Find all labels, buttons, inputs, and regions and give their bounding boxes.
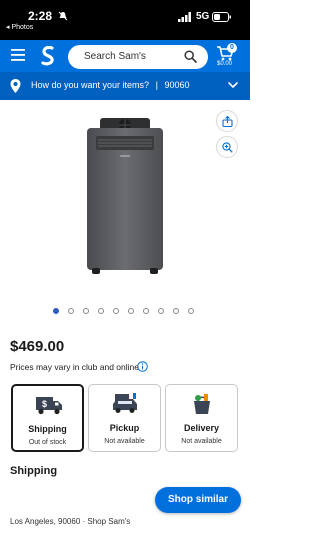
share-icon [222,116,233,127]
pickup-car-icon [113,393,137,413]
fulfillment-option-shipping[interactable]: $ Shipping Out of stock [11,384,84,452]
location-pin-icon [10,79,21,93]
carousel-dot[interactable] [158,308,164,314]
fulfillment-title: Delivery [183,423,220,433]
fulfillment-location-bar[interactable]: How do you want your items? | 90060 [0,72,250,100]
status-bar: 2:28 ◂ Photos 5G [0,0,250,40]
search-input[interactable]: Search Sam's [68,45,208,69]
carousel-dot[interactable] [173,308,179,314]
app-header: Search Sam's 0 $0.00 [0,40,250,72]
battery-icon [212,12,231,22]
carousel-dot[interactable] [143,308,149,314]
shop-similar-button[interactable]: Shop similar [155,487,241,513]
carousel-dot[interactable] [53,308,59,314]
carousel-dot[interactable] [128,308,134,314]
fulfillment-status: Not available [181,438,222,445]
info-icon[interactable] [137,361,148,372]
shipping-address-line: Los Angeles, 90060 · Shop Sam's [10,517,131,526]
search-icon[interactable] [184,50,197,63]
fulfillment-status: Not available [104,438,145,445]
back-to-app-link[interactable]: ◂ Photos [6,23,33,31]
search-placeholder: Search Sam's [84,51,146,62]
product-price: $469.00 [10,338,65,355]
carousel-dot[interactable] [83,308,89,314]
chevron-down-icon[interactable] [228,82,238,89]
carousel-dot[interactable] [68,308,74,314]
carousel-dot[interactable] [188,308,194,314]
delivery-bag-icon [194,394,210,414]
location-separator: | [155,80,158,90]
location-zip: 90060 [164,80,190,90]
product-image[interactable] [84,118,166,276]
fulfillment-status: Out of stock [28,439,67,446]
status-time: 2:28 [28,9,53,23]
carousel-dot[interactable] [113,308,119,314]
carousel-dots [53,308,198,316]
fulfillment-option-delivery[interactable]: Delivery Not available [165,384,238,452]
carousel-dot[interactable] [98,308,104,314]
cart-count-badge: 0 [227,43,237,53]
bell-muted-icon [58,11,68,21]
share-button[interactable] [216,110,238,132]
zoom-in-icon [222,142,233,153]
sams-club-logo-icon[interactable] [40,46,56,66]
zoom-button[interactable] [216,136,238,158]
network-type: 5G [196,11,210,22]
price-note: Prices may vary in club and online [10,362,139,372]
cart-total: $0.00 [217,61,233,67]
shipping-section-title: Shipping [10,465,58,477]
location-prompt: How do you want your items? [31,80,150,90]
location-text: How do you want your items? | 90060 [31,80,189,90]
fulfillment-title: Pickup [109,423,140,433]
menu-icon[interactable] [11,49,25,61]
signal-icon [178,12,191,22]
fulfillment-option-pickup[interactable]: Pickup Not available [88,384,161,452]
svg-text:$: $ [42,399,47,409]
fulfillment-title: Shipping [28,424,67,434]
shipping-truck-icon: $ [36,397,62,415]
